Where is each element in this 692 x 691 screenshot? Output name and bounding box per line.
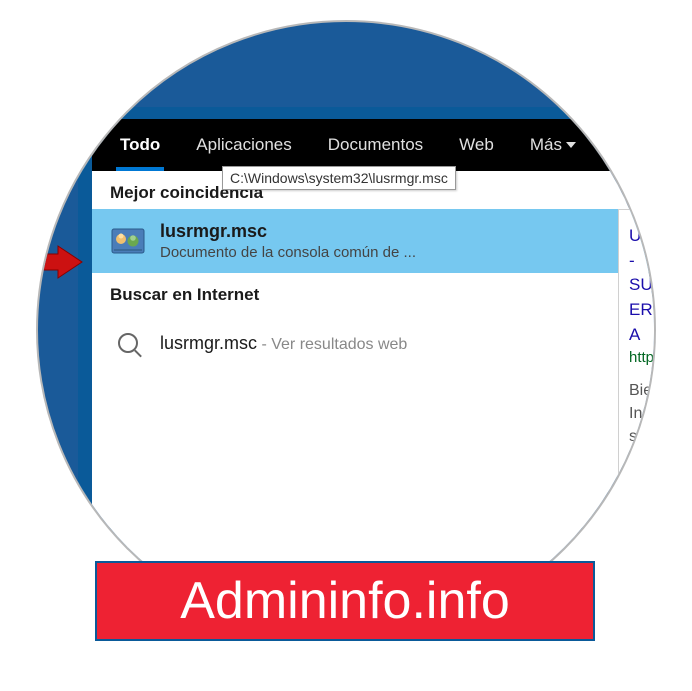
path-tooltip: C:\Windows\system32\lusrmgr.msc [222,166,456,190]
section-label: Buscar en Internet [110,285,259,304]
preview-title-line: ERICA [629,298,656,323]
circular-viewport: Todo Aplicaciones Documentos Web Más C:\… [36,20,656,640]
msc-file-icon [110,223,146,259]
preview-url: https:// [629,347,656,369]
tab-all[interactable]: Todo [102,119,178,171]
tab-label: Web [459,135,494,155]
watermark-banner: Admininfo.info [95,561,595,641]
result-subtitle: Documento de la consola común de ... [160,244,656,261]
search-internet-header: Buscar en Internet [92,273,656,311]
tab-label: Más [530,135,562,155]
web-result-suffix: - Ver resultados web [257,336,407,353]
preview-desc-line: d [629,449,656,472]
tab-label: Documentos [328,135,423,155]
watermark-text: Admininfo.info [180,571,510,631]
search-icon [110,325,146,361]
tab-web[interactable]: Web [441,119,512,171]
preview-desc-line: Bienv [629,379,656,402]
preview-title-line: SURA [629,273,656,298]
preview-title-line: A [629,323,656,348]
search-tabs-bar: Todo Aplicaciones Documentos Web Más [92,119,656,171]
windows-search-panel: Todo Aplicaciones Documentos Web Más C:\… [78,107,656,587]
preview-side-panel: Usua - SURA ERICA A https:// Bienv Ingre… [618,209,656,487]
tab-apps[interactable]: Aplicaciones [178,119,309,171]
web-search-result[interactable]: lusrmgr.msc - Ver resultados web › [92,311,656,375]
tab-label: Aplicaciones [196,135,291,155]
preview-title-line: Usua [629,224,656,249]
tooltip-text: C:\Windows\system32\lusrmgr.msc [230,170,448,186]
result-text-block: lusrmgr.msc Documento de la consola comú… [160,221,656,261]
chevron-down-icon [566,142,576,148]
preview-desc-line: Ingre [629,402,656,425]
tab-documents[interactable]: Documentos [310,119,441,171]
tab-label: Todo [120,135,160,155]
preview-title-line: - [629,249,656,274]
result-title: lusrmgr.msc [160,221,656,242]
preview-desc-line: sigu [629,425,656,448]
web-result-text: lusrmgr.msc - Ver resultados web [160,333,647,354]
tab-more[interactable]: Más [512,119,594,171]
red-arrow-annotation [36,244,84,285]
best-match-result[interactable]: lusrmgr.msc Documento de la consola comú… [92,209,656,273]
web-result-term: lusrmgr.msc [160,333,257,353]
